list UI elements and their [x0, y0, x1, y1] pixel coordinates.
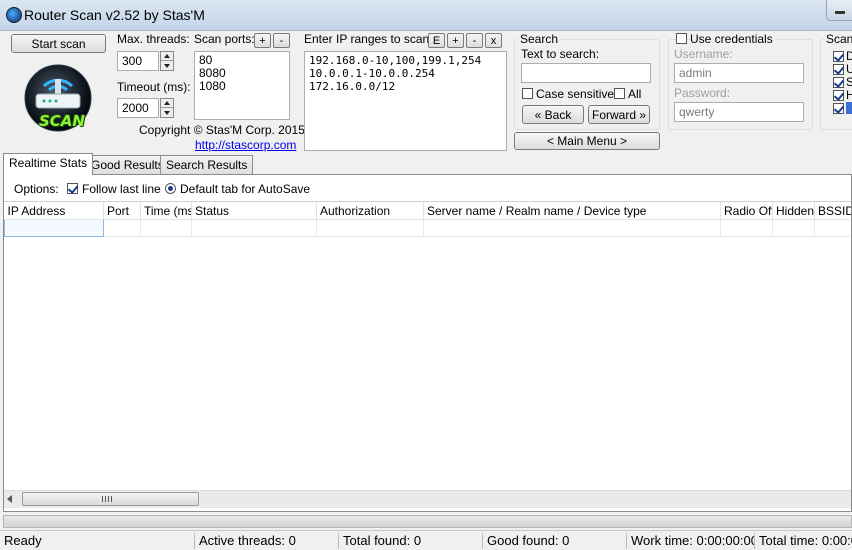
- website-link[interactable]: http://stascorp.com: [195, 138, 296, 152]
- password-label: Password:: [674, 86, 731, 100]
- grip-icon: [102, 496, 112, 502]
- use-credentials-label: Use credentials: [690, 32, 775, 46]
- column-header-bssid[interactable]: BSSID: [814, 202, 851, 220]
- ip-range-item[interactable]: 172.16.0.0/12: [309, 80, 502, 93]
- scanner-label: U: [846, 62, 852, 76]
- grid-cell[interactable]: [103, 219, 141, 237]
- tab-good-results[interactable]: Good Results: [85, 155, 170, 174]
- realtime-stats-panel: Options: Follow last line Default tab fo…: [3, 174, 852, 512]
- ip-ranges-list[interactable]: 192.168.0-10,100,199.1,254 10.0.0.1-10.0…: [304, 51, 507, 151]
- search-all-label: All: [628, 87, 642, 101]
- grid-cell[interactable]: [814, 219, 851, 237]
- minimize-button[interactable]: [826, 0, 852, 21]
- search-text-label: Text to search:: [521, 47, 600, 61]
- remove-port-button[interactable]: -: [273, 33, 290, 48]
- clear-ranges-button[interactable]: x: [485, 33, 502, 48]
- options-label: Options:: [14, 182, 59, 196]
- ip-range-item[interactable]: 10.0.0.1-10.0.0.254: [309, 67, 502, 80]
- timeout-label: Timeout (ms):: [117, 80, 191, 94]
- grid-cell[interactable]: [423, 219, 721, 237]
- scroll-thumb[interactable]: [22, 492, 199, 506]
- tab-realtime-stats[interactable]: Realtime Stats: [3, 153, 94, 175]
- table-row[interactable]: [4, 219, 851, 237]
- back-button[interactable]: « Back: [522, 105, 584, 124]
- autosave-radio[interactable]: [165, 183, 176, 194]
- grid-cell[interactable]: [191, 219, 317, 237]
- scanner-label: D: [846, 49, 852, 63]
- grid-cell[interactable]: [720, 219, 773, 237]
- search-group-label: Search: [518, 32, 561, 46]
- scanner-checkbox[interactable]: [833, 103, 844, 114]
- window-title: Router Scan v2.52 by Stas'M: [24, 7, 205, 23]
- port-item[interactable]: 1080: [199, 80, 285, 93]
- add-range-button[interactable]: +: [447, 33, 464, 48]
- use-credentials-checkbox[interactable]: [676, 33, 687, 44]
- grid-cell[interactable]: [772, 219, 815, 237]
- max-threads-label: Max. threads:: [117, 32, 190, 46]
- scanner-label: H: [846, 88, 852, 102]
- status-active-threads: Active threads: 0: [194, 533, 338, 549]
- scanners-group-label: Scann: [824, 32, 852, 46]
- case-sensitive-label: Case sensitive: [536, 87, 615, 101]
- start-scan-button[interactable]: Start scan: [11, 34, 106, 53]
- logo-text: SCAN: [39, 112, 85, 130]
- timeout-spinner[interactable]: [160, 98, 174, 118]
- column-header-server-name[interactable]: Server name / Realm name / Device type: [423, 202, 721, 220]
- scroll-left-arrow-icon[interactable]: [7, 495, 12, 503]
- column-header-hidden[interactable]: Hidden: [772, 202, 815, 220]
- forward-button[interactable]: Forward »: [588, 105, 650, 124]
- max-threads-spinner[interactable]: [160, 51, 174, 71]
- scanner-selection-highlight: [846, 102, 852, 114]
- remove-range-button[interactable]: -: [466, 33, 483, 48]
- app-icon: [6, 7, 22, 23]
- search-all-checkbox[interactable]: [614, 88, 625, 99]
- panel-splitter[interactable]: [3, 515, 852, 528]
- scanner-checkbox[interactable]: [833, 64, 844, 75]
- search-input[interactable]: [521, 63, 651, 83]
- edit-ranges-button[interactable]: E: [428, 33, 445, 48]
- username-input[interactable]: admin: [674, 63, 804, 83]
- title-bar[interactable]: Router Scan v2.52 by Stas'M: [0, 0, 852, 31]
- column-header-time[interactable]: Time (ms): [140, 202, 192, 220]
- column-header-radio-off[interactable]: Radio Off: [720, 202, 773, 220]
- ip-ranges-label: Enter IP ranges to scan:: [304, 32, 433, 46]
- copyright-text: Copyright © Stas'M Corp. 2015: [139, 123, 305, 137]
- timeout-input[interactable]: 2000: [117, 98, 159, 118]
- status-work-time: Work time: 0:00:00:00: [626, 533, 754, 549]
- column-header-ip-address[interactable]: IP Address: [4, 202, 104, 220]
- main-menu-button[interactable]: < Main Menu >: [514, 132, 660, 150]
- ports-list[interactable]: 80 8080 1080: [194, 51, 290, 120]
- status-total-time: Total time: 0:00:00: [754, 533, 852, 549]
- column-header-status[interactable]: Status: [191, 202, 317, 220]
- grid-cell[interactable]: [316, 219, 424, 237]
- follow-last-line-checkbox[interactable]: [67, 183, 78, 194]
- results-grid[interactable]: IP Address Port Time (ms) Status Authori…: [4, 201, 851, 490]
- scan-ports-label: Scan ports:: [194, 32, 255, 46]
- horizontal-scrollbar[interactable]: [4, 490, 851, 508]
- ip-range-item[interactable]: 192.168.0-10,100,199.1,254: [309, 54, 502, 67]
- scanner-label: S: [846, 75, 852, 89]
- status-good-found: Good found: 0: [482, 533, 626, 549]
- column-header-authorization[interactable]: Authorization: [316, 202, 424, 220]
- app-logo: SCAN: [22, 64, 98, 134]
- case-sensitive-checkbox[interactable]: [522, 88, 533, 99]
- status-state: Ready: [4, 533, 42, 548]
- scanner-checkbox[interactable]: [833, 77, 844, 88]
- password-input[interactable]: qwerty: [674, 102, 804, 122]
- selected-cell[interactable]: [4, 219, 104, 237]
- column-header-port[interactable]: Port: [103, 202, 141, 220]
- follow-last-line-label: Follow last line: [82, 182, 161, 196]
- tab-search-results[interactable]: Search Results: [160, 155, 254, 174]
- status-bar: Ready Active threads: 0 Total found: 0 G…: [0, 530, 852, 550]
- scanner-checkbox[interactable]: [833, 90, 844, 101]
- status-total-found: Total found: 0: [338, 533, 482, 549]
- autosave-label: Default tab for AutoSave: [180, 182, 311, 196]
- scanner-checkbox[interactable]: [833, 51, 844, 62]
- grid-cell[interactable]: [140, 219, 192, 237]
- add-port-button[interactable]: +: [254, 33, 271, 48]
- username-label: Username:: [674, 47, 733, 61]
- max-threads-input[interactable]: 300: [117, 51, 159, 71]
